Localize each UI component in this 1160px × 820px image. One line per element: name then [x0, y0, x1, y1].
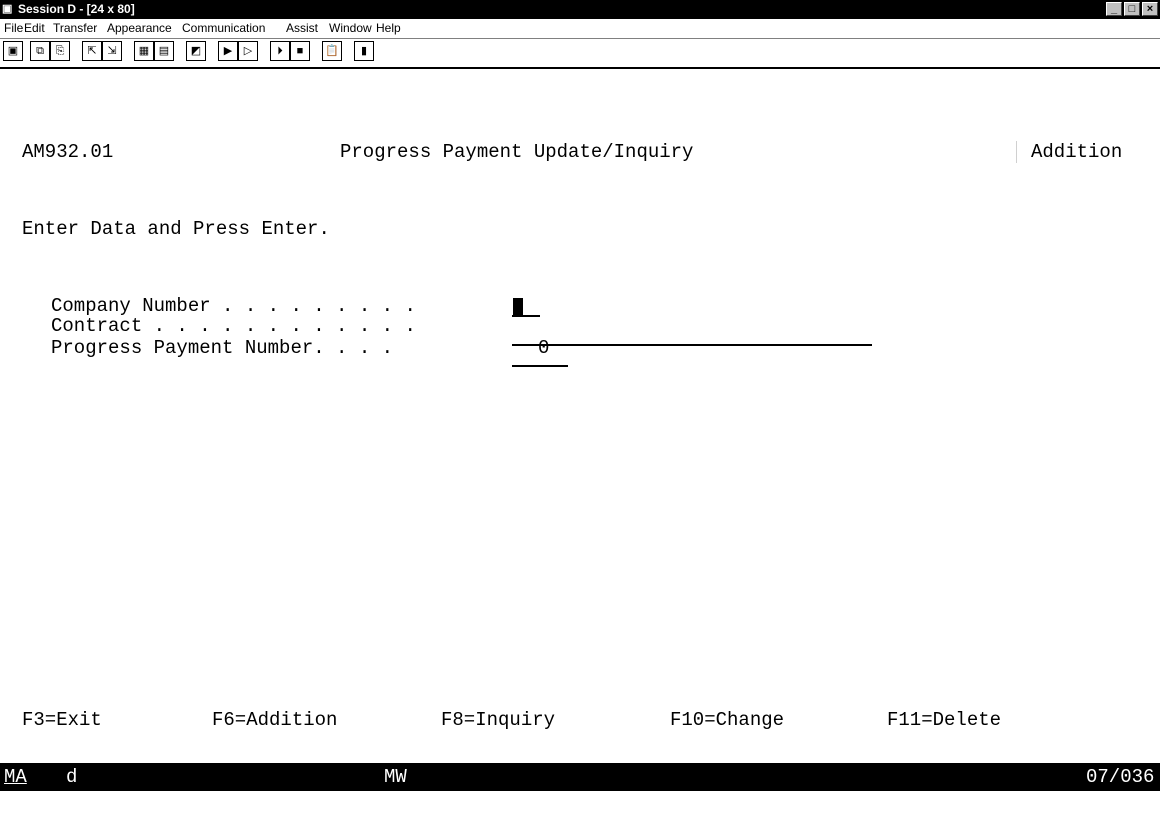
terminal-screen[interactable]: AM932.01 Progress Payment Update/Inquiry…	[0, 69, 1160, 761]
help-book-icon[interactable]: ▮	[354, 41, 374, 61]
clipboard-icon[interactable]: 📋	[322, 41, 342, 61]
screen-title: Progress Payment Update/Inquiry	[340, 141, 694, 163]
close-button[interactable]: ×	[1142, 2, 1158, 16]
program-id: AM932.01	[22, 141, 114, 163]
send-file-icon[interactable]: ⇱	[82, 41, 102, 61]
paste-icon[interactable]: ⎘	[50, 41, 70, 61]
f3-exit-key[interactable]: F3=Exit	[22, 709, 102, 731]
menu-edit[interactable]: Edit	[24, 22, 45, 35]
contract-field[interactable]	[512, 324, 872, 346]
company-number-field[interactable]	[512, 295, 540, 317]
f10-change-key[interactable]: F10=Change	[670, 709, 784, 731]
print-screen-icon[interactable]: ▣	[3, 41, 23, 61]
progress-payment-number-label: Progress Payment Number. . . .	[51, 337, 394, 359]
f8-inquiry-key[interactable]: F8=Inquiry	[441, 709, 555, 731]
session-indicator: d	[66, 766, 78, 788]
company-number-label: Company Number . . . . . . . . .	[51, 295, 416, 317]
system-available-indicator: MA	[4, 766, 27, 788]
window-title-bar[interactable]: ▣ Session D - [24 x 80] _ □ ×	[0, 0, 1160, 19]
start-icon[interactable]: ⏵	[270, 41, 290, 61]
play-macro-icon[interactable]: ▷	[238, 41, 258, 61]
text-cursor	[513, 298, 523, 315]
keypad-icon[interactable]: ▦	[134, 41, 154, 61]
display-icon[interactable]: ▤	[154, 41, 174, 61]
message-waiting-indicator: MW	[384, 766, 407, 788]
contract-label: Contract . . . . . . . . . . . .	[51, 315, 416, 337]
toolbar: ▣ ⧉ ⎘ ⇱ ⇲ ▦ ▤ ◩ ▶ ▷ ⏵ ■ 📋 ▮	[0, 39, 1160, 69]
menu-assist[interactable]: Assist	[286, 22, 318, 35]
window-title: Session D - [24 x 80]	[18, 2, 135, 16]
window-bottom-area	[0, 791, 1160, 820]
macro-icon[interactable]: ◩	[186, 41, 206, 61]
record-macro-icon[interactable]: ▶	[218, 41, 238, 61]
progress-payment-number-value: 0	[538, 337, 550, 359]
menu-appearance[interactable]: Appearance	[107, 22, 172, 35]
menu-window[interactable]: Window	[329, 22, 372, 35]
instruction-text: Enter Data and Press Enter.	[22, 218, 330, 240]
operator-information-area: MA d MW 07/036	[0, 763, 1160, 791]
field-separator	[1016, 141, 1017, 163]
cursor-position: 07/036	[1086, 766, 1155, 788]
copy-icon[interactable]: ⧉	[30, 41, 50, 61]
session-app-icon[interactable]: ▣	[2, 3, 16, 16]
minimize-button[interactable]: _	[1106, 2, 1122, 16]
menu-bar: File Edit Transfer Appearance Communicat…	[0, 19, 1160, 39]
menu-transfer[interactable]: Transfer	[53, 22, 97, 35]
receive-file-icon[interactable]: ⇲	[102, 41, 122, 61]
f11-delete-key[interactable]: F11=Delete	[887, 709, 1001, 731]
stop-icon[interactable]: ■	[290, 41, 310, 61]
f6-addition-key[interactable]: F6=Addition	[212, 709, 337, 731]
menu-file[interactable]: File	[4, 22, 23, 35]
progress-payment-number-field[interactable]: 0	[512, 337, 568, 367]
maximize-button[interactable]: □	[1124, 2, 1140, 16]
menu-communication[interactable]: Communication	[182, 22, 265, 35]
mode-label: Addition	[1031, 141, 1123, 163]
menu-help[interactable]: Help	[376, 22, 401, 35]
